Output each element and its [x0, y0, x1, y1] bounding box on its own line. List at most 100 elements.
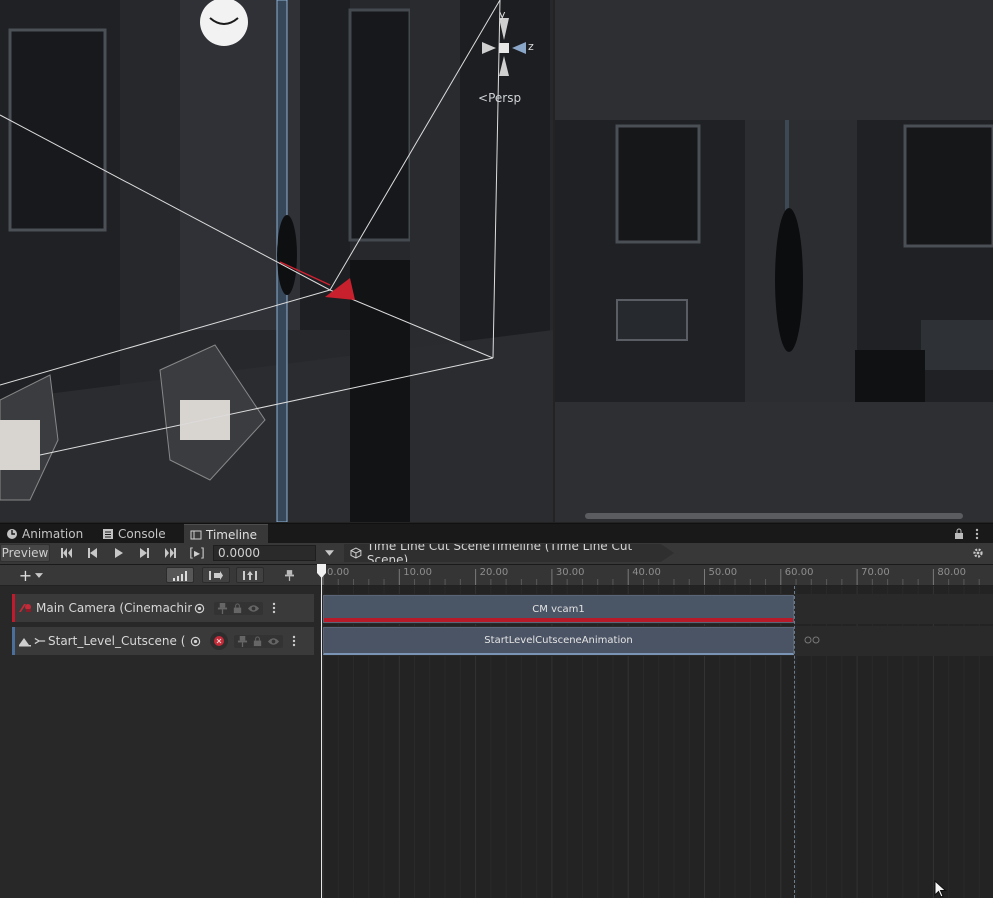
scene-view[interactable]: y z <Persp [0, 0, 553, 522]
play-button[interactable] [106, 544, 130, 562]
snap-mode-button[interactable] [236, 567, 264, 583]
timeline-breadcrumb[interactable]: Time Line Cut SceneTimeline (Time Line C… [344, 544, 674, 562]
play-range-toggle[interactable]: [▸] [184, 544, 210, 562]
preview-button[interactable]: Preview [0, 544, 50, 562]
record-icon [214, 636, 224, 646]
ruler-label: 70.00 [861, 567, 890, 578]
current-time-field[interactable]: 0.0000 [213, 545, 316, 561]
track-name: Main Camera (Cinemachine [36, 601, 192, 615]
clip-label: StartLevelCutsceneAnimation [484, 635, 633, 646]
cube-icon [350, 547, 362, 559]
tab-timeline[interactable]: Timeline [184, 524, 268, 544]
timeline-end-marker[interactable] [794, 586, 796, 898]
object-picker-icon[interactable] [192, 601, 206, 615]
game-view-scrollbar[interactable] [585, 513, 963, 519]
console-icon [103, 529, 113, 539]
ruler-label: 30.00 [555, 567, 585, 578]
scene-render [0, 0, 553, 522]
chevron-down-icon [35, 572, 44, 578]
timeline-ruler[interactable]: 0.00 10.00 20.00 30.00 40.00 50.00 60.00 70.00 8… [320, 565, 993, 586]
track-menu-button[interactable] [289, 634, 299, 648]
ruler-label: 20.00 [479, 567, 509, 578]
lock-icon[interactable] [252, 635, 263, 647]
record-button[interactable] [210, 632, 228, 650]
gear-icon [973, 548, 983, 558]
tab-label: Timeline [206, 527, 258, 542]
skip-start-icon [60, 548, 72, 558]
tab-console[interactable]: Console [96, 524, 182, 544]
track-state-toggles [214, 601, 263, 615]
playhead-line [321, 577, 322, 898]
game-view[interactable] [555, 0, 993, 522]
track-state-toggles [234, 634, 283, 648]
pin-button[interactable] [280, 566, 298, 584]
step-back-icon [87, 548, 97, 558]
more-vertical-icon [272, 602, 276, 614]
ruler-label: 80.00 [937, 567, 967, 578]
more-vertical-icon [292, 635, 296, 647]
snap-icon [243, 570, 257, 580]
track-name: Start_Level_Cutscene ( [48, 634, 186, 648]
track-lane-main-camera: CM vcam1 [320, 594, 993, 624]
lock-icon[interactable] [232, 602, 243, 614]
clip-cm-vcam1[interactable]: CM vcam1 [323, 595, 794, 623]
animation-track-icon [18, 635, 32, 647]
step-forward-icon [139, 548, 149, 558]
add-track-button[interactable]: + [14, 565, 48, 585]
tab-label: Console [118, 527, 166, 541]
track-menu-button[interactable] [269, 601, 279, 615]
ripple-mode-button[interactable] [202, 567, 230, 583]
timeline-toolbar: Preview [▸] 0.0000 Time Line Cut SceneTi… [0, 543, 993, 565]
pin-icon[interactable] [217, 602, 228, 614]
timeline-tracks-area[interactable]: CM vcam1 StartLevelCutsceneAnimation [320, 586, 993, 898]
ruler-label: 40.00 [632, 567, 661, 578]
gizmo-z-label: z [528, 40, 534, 53]
eye-icon[interactable] [247, 603, 260, 614]
plus-icon: + [18, 565, 33, 585]
track-header-toolbar: + [0, 565, 320, 586]
timeline-settings-button[interactable] [968, 544, 988, 562]
clip-start-level-cutscene-animation[interactable]: StartLevelCutsceneAnimation [323, 627, 794, 655]
clock-icon [7, 529, 17, 539]
track-lane-start-level-cutscene: StartLevelCutsceneAnimation [320, 626, 993, 656]
mouse-cursor-icon [934, 880, 947, 898]
goto-end-button[interactable] [158, 544, 182, 562]
chevron-down-icon [324, 550, 334, 556]
skip-end-icon [164, 548, 176, 558]
projection-label: Persp [488, 91, 522, 105]
play-icon [114, 548, 123, 558]
ruler-label: 0.00 [327, 567, 350, 578]
ruler-label: 60.00 [784, 567, 814, 578]
previous-frame-button[interactable] [80, 544, 104, 562]
editor-tab-bar: Animation Console Timeline [0, 523, 993, 544]
goto-start-button[interactable] [54, 544, 78, 562]
ripple-icon [209, 570, 223, 580]
orientation-gizmo-icon[interactable]: y z [474, 4, 540, 84]
infinity-extrapolation-icon [804, 636, 820, 644]
ruler-label: 50.00 [708, 567, 738, 578]
cinemachine-track-icon [18, 602, 32, 614]
tab-animation[interactable]: Animation [0, 524, 100, 544]
timeline-icon [190, 530, 202, 539]
object-picker-icon[interactable] [188, 634, 202, 648]
more-vertical-icon[interactable] [974, 528, 980, 540]
playhead-handle[interactable] [316, 564, 327, 578]
tab-label: Animation [22, 527, 84, 541]
timeline-asset-dropdown[interactable] [320, 544, 338, 562]
bound-object-icon [34, 635, 46, 647]
eye-icon[interactable] [267, 636, 280, 647]
next-frame-button[interactable] [132, 544, 156, 562]
track-header-panel: Main Camera (Cinemachine Start_Level_Cut… [0, 586, 320, 898]
breadcrumb-label: Time Line Cut SceneTimeline (Time Line C… [366, 539, 633, 567]
projection-toggle[interactable]: <Persp [478, 91, 521, 105]
pin-icon [284, 569, 294, 581]
curves-toggle-button[interactable] [166, 567, 194, 583]
chevron-left-icon: < [478, 91, 489, 105]
gizmo-y-label: y [499, 8, 506, 21]
clip-label: CM vcam1 [532, 603, 585, 615]
pin-icon[interactable] [237, 635, 248, 647]
lock-icon[interactable] [954, 528, 964, 540]
track-header-main-camera[interactable]: Main Camera (Cinemachine [12, 594, 314, 622]
track-header-start-level-cutscene[interactable]: Start_Level_Cutscene ( [12, 627, 314, 655]
game-render [555, 120, 993, 402]
